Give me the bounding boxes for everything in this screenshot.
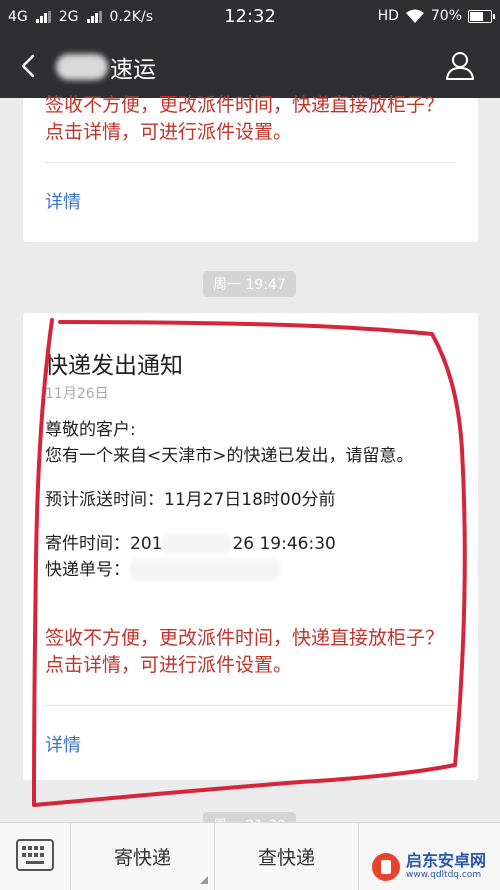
watermark-url: www.qdltdq.com xyxy=(406,870,482,880)
send-time-label: 寄件时间： xyxy=(45,534,130,554)
eta-row: 预计派送时间：11月27日18时00分前 xyxy=(45,487,455,513)
menu-send-express[interactable]: 寄快递 xyxy=(71,823,215,890)
status-bar: 4G 2G 0.2K/s 12:32 HD 70% xyxy=(0,0,500,34)
delivery-notice: 签收不方便，更改派件时间，快递直接放柜子？ 点击详情，可进行派件设置。 xyxy=(45,92,475,146)
card-body: 尊敬的客户: 您有一个来自<天津市>的快递已发出，请留意。 预计派送时间：11月… xyxy=(45,417,455,583)
notice-line: 签收不方便，更改派件时间，快递直接放柜子？ xyxy=(45,627,445,649)
keyboard-icon xyxy=(16,839,54,871)
delivery-notice: 签收不方便，更改派件时间，快递直接放柜子？ 点击详情，可进行派件设置。 xyxy=(45,625,475,679)
send-time-prefix: 201 xyxy=(130,534,163,554)
send-time-row: 寄件时间：201 26 19:46:30 xyxy=(45,531,455,557)
notice-line: 点击详情，可进行派件设置。 xyxy=(45,654,293,676)
battery-icon xyxy=(468,9,495,23)
back-arrow-icon[interactable] xyxy=(14,50,44,82)
eta-value: 11月27日18时00分前 xyxy=(164,490,336,510)
card-title: 快递发出通知 xyxy=(45,353,183,379)
keyboard-toggle-button[interactable] xyxy=(0,823,71,890)
divider xyxy=(45,162,456,163)
message-text: 您有一个来自<天津市>的快递已发出，请留意。 xyxy=(45,446,414,466)
card-date: 11月26日 xyxy=(45,386,109,402)
detail-link[interactable]: 详情 xyxy=(45,188,81,214)
menu-track-express[interactable]: 查快递 xyxy=(215,823,359,890)
tracking-label: 快递单号： xyxy=(45,560,130,580)
notice-line: 点击详情，可进行派件设置。 xyxy=(45,121,293,143)
redacted-date xyxy=(162,534,233,554)
nav-bar: 速运 xyxy=(0,34,500,98)
site-watermark: 启东安卓网 www.qdltdq.com xyxy=(372,852,486,881)
tracking-row: 快递单号： xyxy=(45,557,455,583)
menu-label: 查快递 xyxy=(257,847,315,869)
battery-percent: 70% xyxy=(430,8,462,24)
menu-label: 寄快递 xyxy=(113,847,171,869)
page-title: 速运 xyxy=(56,50,156,84)
divider xyxy=(45,705,456,706)
watermark-title: 启东安卓网 xyxy=(406,851,487,870)
message-card-previous: 签收不方便，更改派件时间，快递直接放柜子？ 点击详情，可进行派件设置。 详情 xyxy=(23,94,478,242)
submenu-indicator-icon xyxy=(200,876,208,884)
status-right: HD 70% xyxy=(377,8,495,24)
message-timestamp: 周一 19:47 xyxy=(203,271,296,297)
message-card[interactable]: 快递发出通知 11月26日 尊敬的客户: 您有一个来自<天津市>的快递已发出，请… xyxy=(23,313,478,780)
watermark-logo-icon xyxy=(372,852,400,881)
profile-icon[interactable] xyxy=(444,49,476,81)
notice-line: 签收不方便，更改派件时间，快递直接放柜子？ xyxy=(45,94,445,116)
redacted-tracking-number xyxy=(130,559,280,581)
redacted-name xyxy=(56,54,108,80)
send-time-suffix: 26 19:46:30 xyxy=(232,534,336,554)
hd-label: HD xyxy=(377,8,399,24)
greeting: 尊敬的客户: xyxy=(45,420,136,440)
detail-link[interactable]: 详情 xyxy=(45,731,81,757)
eta-label: 预计派送时间： xyxy=(45,490,164,510)
wifi-icon xyxy=(405,9,424,23)
page-title-text: 速运 xyxy=(110,57,156,83)
